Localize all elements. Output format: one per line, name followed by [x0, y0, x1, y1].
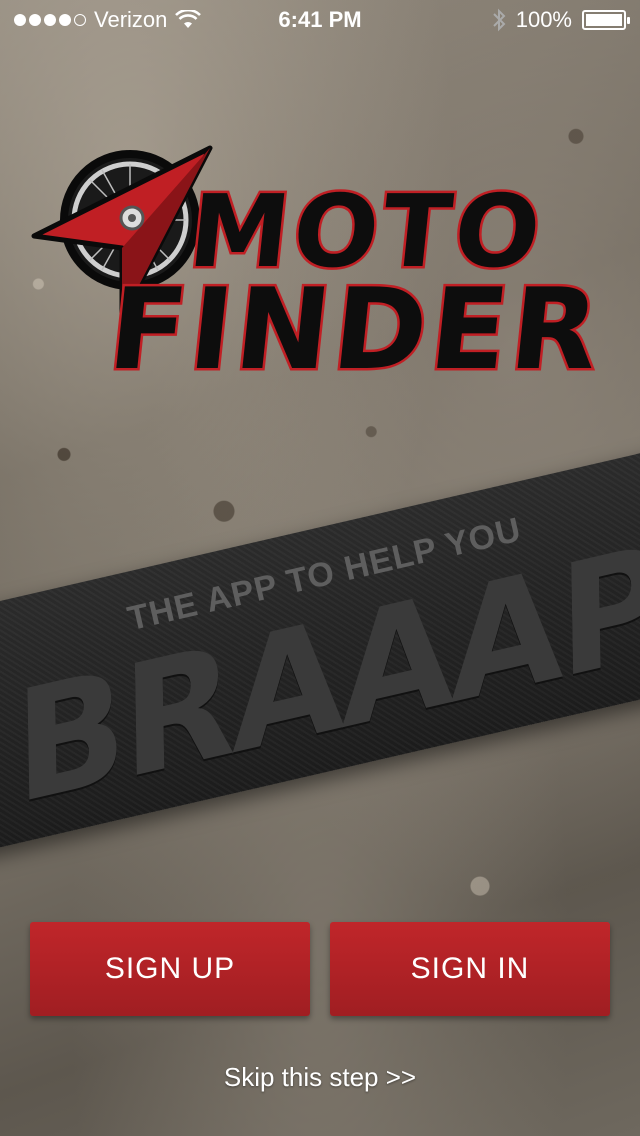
status-bar: Verizon 6:41 PM 100%: [0, 0, 640, 40]
status-time: 6:41 PM: [278, 7, 362, 32]
sign-in-button[interactable]: SIGN IN: [330, 922, 610, 1016]
signal-strength-icon: [14, 14, 86, 26]
carrier-name: Verizon: [94, 7, 168, 32]
skip-step-link[interactable]: Skip this step >>: [0, 1062, 640, 1093]
motofinder-logo: MOTO FINDER: [30, 140, 611, 398]
battery-percent: 100%: [515, 7, 572, 32]
bluetooth-icon: [493, 8, 506, 32]
wifi-icon: [175, 10, 202, 28]
logo-text-finder: FINDER: [101, 263, 611, 398]
sign-up-button[interactable]: SIGN UP: [30, 922, 310, 1016]
battery-icon: [582, 10, 630, 30]
